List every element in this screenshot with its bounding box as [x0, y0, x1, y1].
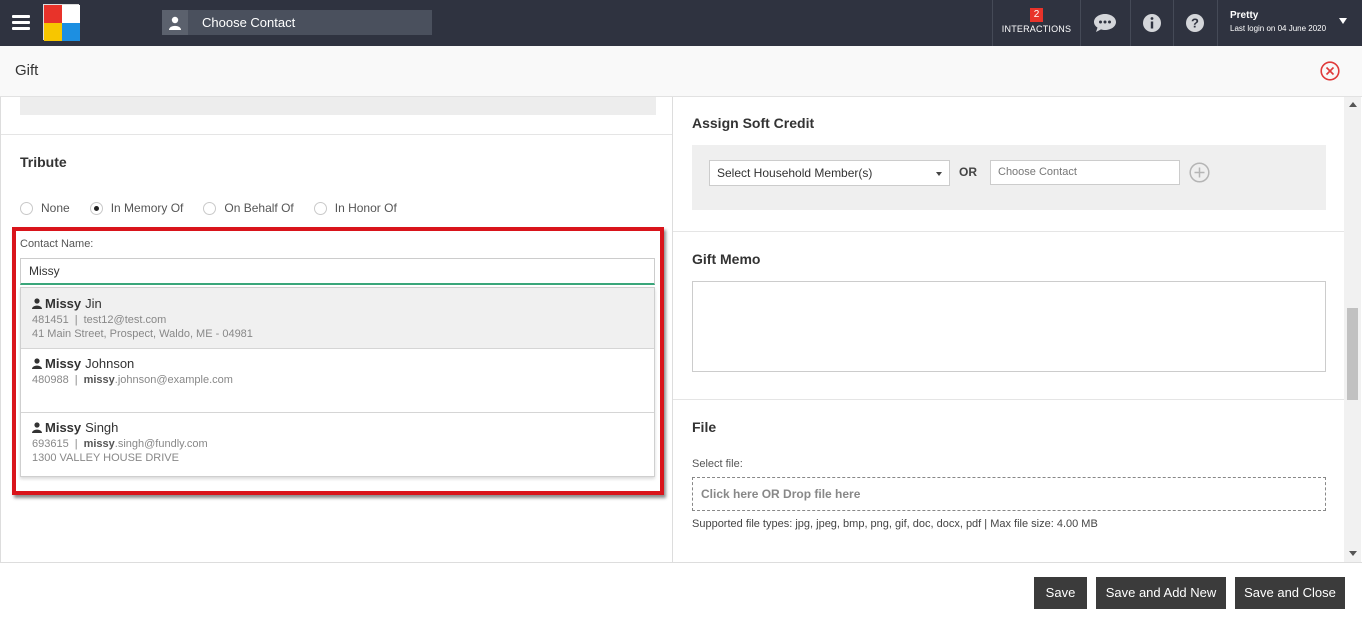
radio-circle[interactable]: [313, 201, 327, 215]
result-first-name: Missy: [45, 420, 82, 435]
interactions-badge: 2: [1029, 8, 1044, 22]
top-bar: Choose Contact 2 INTERACTIONS ? Pretty L…: [0, 0, 1362, 46]
divider: [673, 399, 1344, 400]
result-last-name: Singh: [85, 420, 119, 435]
file-drop-zone[interactable]: Click here OR Drop file here: [692, 477, 1326, 511]
chevron-down-icon[interactable]: [1339, 18, 1347, 24]
right-pane-scrollbar[interactable]: [1344, 97, 1361, 562]
radio-label: None: [41, 201, 70, 215]
result-id: 480988: [32, 374, 69, 386]
radio-label: On Behalf Of: [224, 201, 294, 215]
tribute-radio-group: None In Memory Of On Behalf Of In Honor …: [20, 201, 417, 215]
interactions-label: INTERACTIONS: [1001, 24, 1072, 34]
chevron-down-icon: [936, 172, 942, 176]
close-icon[interactable]: [1320, 61, 1340, 81]
radio-label: In Memory Of: [110, 201, 184, 215]
user-icon: [32, 298, 42, 309]
scroll-up-arrow-icon[interactable]: [1349, 102, 1357, 107]
previous-section-field: [20, 97, 656, 115]
supported-file-types: Supported file types: jpg, jpeg, bmp, pn…: [692, 518, 1098, 530]
interactions-button[interactable]: 2 INTERACTIONS: [993, 0, 1080, 46]
result-email-match: missy: [83, 438, 115, 450]
save-and-add-new-button[interactable]: Save and Add New: [1096, 577, 1226, 609]
contact-autocomplete-dropdown: Missy Jin 481451 | test12@test.com 41 Main…: [20, 287, 655, 477]
result-email-match: missy: [83, 374, 115, 386]
user-icon: [162, 10, 188, 35]
dialog-header: Gift: [0, 46, 1362, 97]
right-pane: Assign Soft Credit Select Household Memb…: [672, 97, 1344, 562]
chat-icon[interactable]: [1084, 0, 1126, 46]
scroll-thumb[interactable]: [1347, 308, 1358, 400]
household-select-label: Select Household Member(s): [717, 166, 873, 180]
household-member-select[interactable]: Select Household Member(s): [709, 160, 950, 186]
result-address: 41 Main Street, Prospect, Waldo, ME - 04…: [32, 328, 253, 340]
result-last-name: Johnson: [85, 356, 135, 371]
select-file-label: Select file:: [692, 458, 743, 470]
result-id: 693615: [32, 438, 69, 450]
divider: [1, 134, 672, 135]
file-title: File: [692, 419, 717, 435]
tribute-title: Tribute: [20, 154, 67, 170]
soft-credit-title: Assign Soft Credit: [692, 115, 815, 131]
user-name: Pretty: [1230, 10, 1259, 21]
result-email: .johnson@example.com: [114, 374, 233, 386]
last-login: Last login on 04 June 2020: [1230, 24, 1327, 33]
top-contact-search[interactable]: Choose Contact: [162, 10, 432, 35]
radio-label: In Honor Of: [334, 201, 397, 215]
gift-memo-textarea[interactable]: [692, 281, 1326, 372]
result-last-name: Jin: [85, 296, 102, 311]
radio-in-honor-of[interactable]: In Honor Of: [313, 201, 397, 215]
radio-none[interactable]: None: [20, 201, 70, 215]
result-id: 481451: [32, 314, 69, 326]
result-address: 1300 VALLEY HOUSE DRIVE: [32, 452, 179, 464]
result-email: test12@test.com: [83, 314, 167, 326]
contact-result-item[interactable]: Missy Singh 693615 | missy.singh@fundly.co…: [21, 413, 654, 476]
scroll-down-arrow-icon[interactable]: [1349, 551, 1357, 556]
soft-credit-contact-input[interactable]: Choose Contact: [990, 160, 1180, 185]
result-first-name: Missy: [45, 296, 82, 311]
contact-result-item[interactable]: Missy Jin 481451 | test12@test.com 41 Main…: [21, 288, 654, 349]
dialog-footer: Save Save and Add New Save and Close: [0, 562, 1362, 623]
info-icon[interactable]: [1131, 0, 1173, 46]
user-icon: [32, 422, 42, 433]
contact-name-input[interactable]: Missy: [20, 258, 655, 285]
save-button[interactable]: Save: [1034, 577, 1087, 609]
radio-on-behalf-of[interactable]: On Behalf Of: [203, 201, 294, 215]
radio-circle-selected[interactable]: [89, 201, 103, 215]
contact-name-label: Contact Name:: [20, 238, 94, 250]
result-email: .singh@fundly.com: [114, 438, 208, 450]
add-circle-icon[interactable]: [1189, 162, 1210, 183]
left-pane: Tribute None In Memory Of On Behalf Of I…: [0, 97, 672, 562]
help-icon[interactable]: ?: [1174, 0, 1216, 46]
radio-circle[interactable]: [20, 201, 33, 215]
soft-credit-box: Select Household Member(s) OR Choose Con…: [692, 145, 1326, 210]
svg-text:?: ?: [1191, 16, 1199, 31]
page-title: Gift: [15, 62, 39, 79]
divider: [673, 231, 1344, 232]
contact-result-item[interactable]: Missy Johnson 480988 | missy.johnson@examp…: [21, 349, 654, 413]
or-separator: OR: [959, 165, 977, 179]
save-and-close-button[interactable]: Save and Close: [1235, 577, 1345, 609]
hamburger-menu-icon[interactable]: [12, 15, 30, 30]
top-contact-label: Choose Contact: [202, 15, 296, 30]
gift-memo-title: Gift Memo: [692, 251, 761, 267]
user-icon: [32, 358, 42, 369]
user-menu[interactable]: Pretty Last login on 04 June 2020: [1230, 10, 1326, 33]
radio-in-memory-of[interactable]: In Memory Of: [89, 201, 184, 215]
app-logo[interactable]: [43, 4, 80, 41]
radio-circle[interactable]: [203, 201, 217, 215]
result-first-name: Missy: [45, 356, 82, 371]
